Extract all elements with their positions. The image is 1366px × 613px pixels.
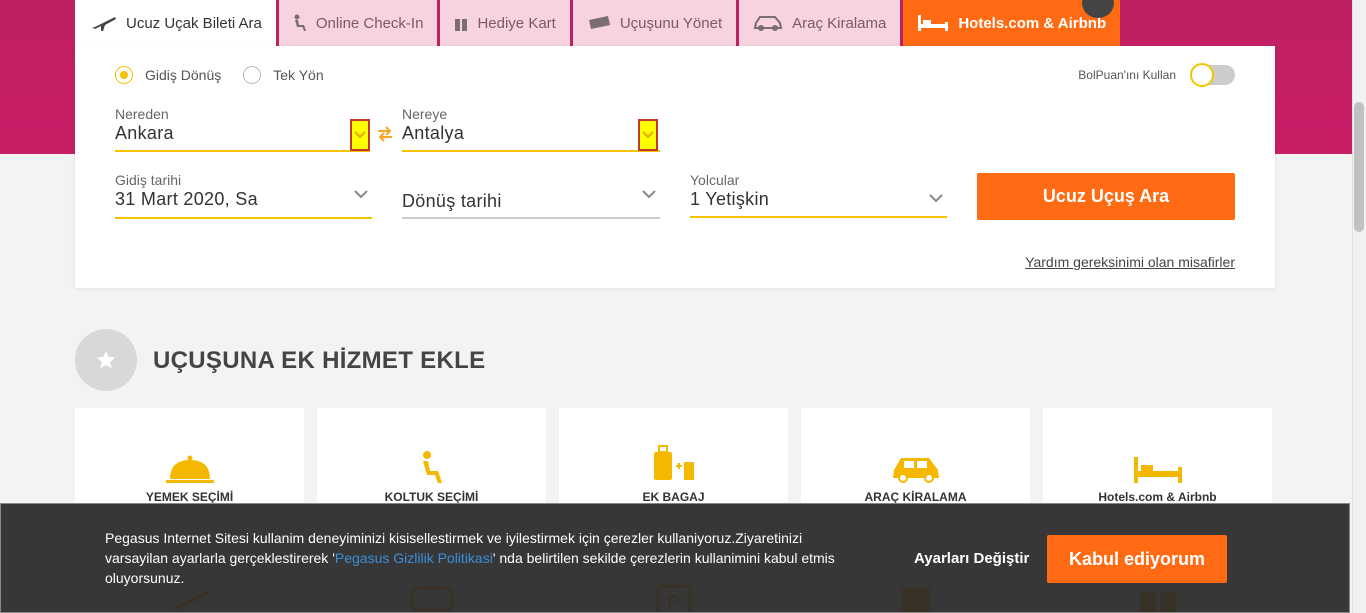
depart-date-field[interactable]: Gidiş tarihi 31 Mart 2020, Sa: [115, 172, 372, 219]
chevron-down-icon: [354, 131, 366, 139]
bolpuan-toggle-row: BolPuan'ını Kullan: [1078, 63, 1235, 87]
from-dropdown-toggle[interactable]: [350, 119, 370, 151]
bed-icon: [1133, 442, 1183, 484]
trip-type-selector: Gidiş Dönüş Tek Yön: [115, 66, 346, 84]
chevron-down-icon: [642, 186, 656, 204]
service-label: YEMEK SEÇİMİ: [145, 490, 234, 504]
return-date-placeholder: Dönüş tarihi: [402, 191, 502, 211]
radio-label: Tek Yön: [273, 67, 324, 83]
privacy-policy-link[interactable]: Pegasus Gizlilik Politikasi: [335, 550, 493, 566]
chevron-down-icon: [354, 186, 368, 204]
tab-label: Ucuz Uçak Bileti Ara: [126, 14, 262, 32]
bolpuan-toggle[interactable]: [1190, 63, 1235, 87]
ticket-icon: [587, 15, 611, 31]
flight-search-panel: Gidiş Dönüş Tek Yön BolPuan'ını Kullan N…: [75, 46, 1275, 288]
radio-label: Gidiş Dönüş: [145, 67, 222, 83]
tab-label: Araç Kiralama: [792, 14, 887, 32]
star-icon-badge: [75, 329, 137, 391]
passengers-value: 1 Yetişkin: [690, 189, 770, 209]
seat-icon: [293, 14, 307, 32]
plane-icon: [89, 14, 117, 32]
to-label: Nereye: [402, 106, 448, 122]
seat-icon: [419, 442, 445, 484]
tab-label: Uçuşunu Yönet: [619, 14, 723, 32]
meal-icon: [165, 442, 215, 484]
return-date-field[interactable]: Dönüş tarihi: [402, 172, 660, 219]
scrollbar-thumb[interactable]: [1354, 102, 1364, 232]
depart-date-label: Gidiş tarihi: [115, 172, 182, 188]
bolpuan-label: BolPuan'ını Kullan: [1078, 68, 1176, 82]
assistance-link[interactable]: Yardım gereksinimi olan misafirler: [1025, 254, 1235, 270]
radio-checked-icon: [115, 66, 133, 84]
star-icon: [96, 350, 116, 369]
bed-icon: [917, 14, 949, 32]
toggle-knob: [1190, 63, 1214, 87]
to-dropdown-toggle[interactable]: [638, 119, 658, 151]
cookie-banner: Pegasus Internet Sitesi kullanim deneyim…: [0, 503, 1350, 613]
radio-unchecked-icon: [243, 66, 262, 84]
gift-icon: [454, 14, 468, 32]
change-settings-link[interactable]: Ayarları Değiştir: [914, 550, 1029, 567]
cookie-message: Pegasus Internet Sitesi kullanim deneyim…: [105, 528, 865, 588]
tab-car-rental[interactable]: Araç Kiralama: [739, 0, 901, 46]
service-label: KOLTUK SEÇİMİ: [384, 490, 479, 504]
swap-icon[interactable]: [376, 126, 394, 147]
tab-gift-card[interactable]: Hediye Kart: [440, 0, 570, 46]
service-label: Hotels.com & Airbnb: [1098, 490, 1217, 504]
car-icon: [891, 442, 941, 484]
tab-manage-flight[interactable]: Uçuşunu Yönet: [572, 0, 737, 46]
depart-date-value: 31 Mart 2020, Sa: [115, 189, 258, 209]
car-icon: [753, 14, 783, 32]
to-value: Antalya: [402, 123, 465, 143]
tab-flight-search[interactable]: Ucuz Uçak Bileti Ara: [75, 0, 276, 46]
search-flights-button[interactable]: Ucuz Uçuş Ara: [977, 173, 1235, 220]
service-label: ARAÇ KİRALAMA: [864, 490, 967, 504]
chevron-down-icon: [929, 190, 943, 208]
from-value: Ankara: [115, 123, 174, 143]
from-field[interactable]: Nereden Ankara: [115, 106, 370, 152]
tab-label: Online Check-In: [315, 14, 424, 32]
tab-label: Hediye Kart: [477, 14, 556, 32]
section-title: UÇUŞUNA EK HİZMET EKLE: [153, 347, 486, 374]
tab-label: Hotels.com & Airbnb: [958, 14, 1107, 32]
service-label: EK BAGAJ: [642, 490, 705, 504]
one-way-radio[interactable]: Tek Yön: [243, 66, 324, 84]
booking-tabs: Ucuz Uçak Bileti Ara Online Check-In Hed…: [75, 0, 1123, 46]
from-label: Nereden: [115, 106, 169, 122]
accept-cookies-button[interactable]: Kabul ediyorum: [1047, 535, 1227, 583]
chevron-down-icon: [642, 131, 654, 139]
tab-hotels-airbnb[interactable]: Hotels.com & Airbnb Yeni: [903, 0, 1121, 46]
luggage-icon: [652, 442, 696, 484]
round-trip-radio[interactable]: Gidiş Dönüş: [115, 66, 221, 84]
to-field[interactable]: Nereye Antalya: [402, 106, 660, 152]
passengers-label: Yolcular: [690, 172, 740, 188]
scrollbar[interactable]: [1352, 0, 1366, 613]
passengers-field[interactable]: Yolcular 1 Yetişkin: [690, 172, 947, 218]
tab-online-checkin[interactable]: Online Check-In: [278, 0, 438, 46]
